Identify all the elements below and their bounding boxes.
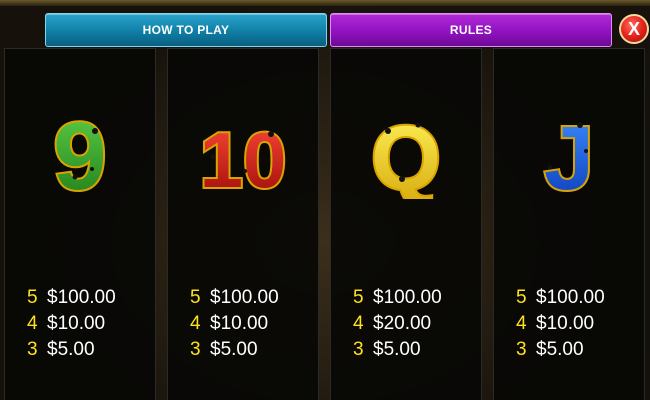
paytable-panel-q: Q 5 $100.00 4 $20.00 3 $5.00 [330,48,482,400]
payout-value: $10.00 [536,313,595,334]
payout-row: 5 $100.00 [516,285,605,311]
svg-text:9: 9 [53,109,106,199]
match-count: 5 [27,287,38,308]
payout-row: 3 $5.00 [27,337,116,363]
match-count: 4 [190,313,201,334]
payout-row: 5 $100.00 [190,285,279,311]
payout-row: 4 $10.00 [190,311,279,337]
match-count: 5 [190,287,201,308]
payout-list: 5 $100.00 4 $10.00 3 $5.00 [190,285,279,363]
payout-row: 5 $100.00 [27,285,116,311]
payout-value: $20.00 [373,313,432,334]
payout-value: $10.00 [210,313,269,334]
close-button[interactable]: X [619,14,649,44]
payout-value: $100.00 [536,287,605,308]
payout-value: $100.00 [373,287,442,308]
payout-row: 4 $20.00 [353,311,442,337]
match-count: 3 [27,339,38,360]
payout-value: $5.00 [210,339,258,360]
payout-list: 5 $100.00 4 $10.00 3 $5.00 [516,285,605,363]
match-count: 3 [190,339,201,360]
match-count: 4 [516,313,527,334]
payout-value: $100.00 [47,287,116,308]
tab-rules[interactable]: RULES [330,13,612,47]
match-count: 4 [353,313,364,334]
symbol-9-icon: 9 [5,109,155,199]
payout-value: $10.00 [47,313,106,334]
match-count: 3 [353,339,364,360]
match-count: 5 [353,287,364,308]
payout-row: 3 $5.00 [516,337,605,363]
payout-row: 4 $10.00 [516,311,605,337]
match-count: 3 [516,339,527,360]
symbol-j-icon: J [494,109,644,199]
payout-row: 4 $10.00 [27,311,116,337]
payout-value: $5.00 [373,339,421,360]
paytable-panel-j: J 5 $100.00 4 $10.00 3 $5.00 [493,48,645,400]
tab-how-to-play[interactable]: HOW TO PLAY [45,13,327,47]
payout-value: $5.00 [47,339,95,360]
payout-list: 5 $100.00 4 $10.00 3 $5.00 [27,285,116,363]
match-count: 5 [516,287,527,308]
paytable-panel-10: 10 5 $100.00 4 $10.00 3 $5.00 [167,48,319,400]
close-icon: X [627,19,640,39]
svg-text:Q: Q [371,109,441,199]
payout-row: 3 $5.00 [190,337,279,363]
payout-row: 3 $5.00 [353,337,442,363]
svg-text:J: J [544,109,594,199]
top-border [0,0,650,6]
symbol-q-icon: Q [331,109,481,199]
match-count: 4 [27,313,38,334]
payout-list: 5 $100.00 4 $20.00 3 $5.00 [353,285,442,363]
payout-value: $5.00 [536,339,584,360]
paytable-panel-9: 9 5 $100.00 4 $10.00 3 $5.00 [4,48,156,400]
payout-value: $100.00 [210,287,279,308]
payout-row: 5 $100.00 [353,285,442,311]
symbol-10-icon: 10 [168,109,318,199]
